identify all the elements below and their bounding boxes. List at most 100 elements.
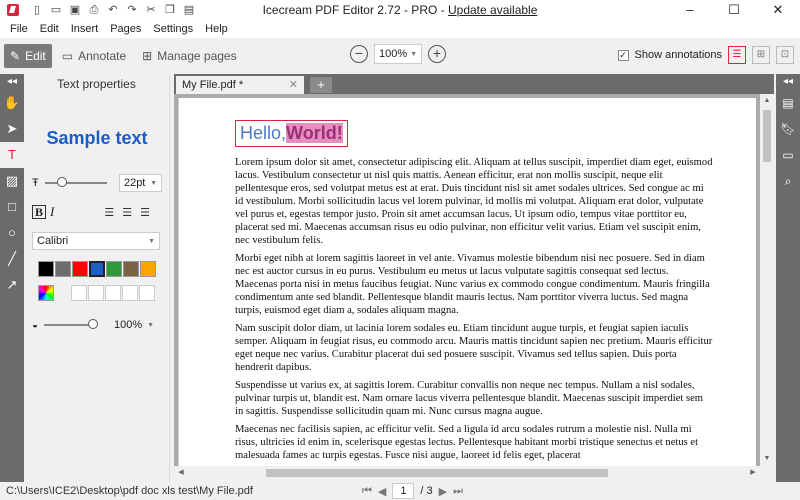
align-right-icon[interactable]: ☰ (140, 206, 150, 219)
bold-button[interactable]: B (32, 205, 46, 219)
horizontal-scroll-thumb[interactable] (266, 469, 608, 477)
menu-insert[interactable]: Insert (65, 23, 105, 35)
page-body-text[interactable]: Lorem ipsum dolor sit amet, consectetur … (235, 156, 713, 466)
custom-swatch-5[interactable] (139, 285, 155, 301)
search-icon[interactable]: ⌕ (776, 168, 800, 194)
color-swatch-orange[interactable] (140, 261, 156, 277)
color-swatch-blue[interactable] (89, 261, 105, 277)
last-page-icon[interactable]: ⏭ (453, 485, 463, 498)
grid-layout-icon[interactable]: ⊞ (752, 46, 770, 64)
custom-swatch-3[interactable] (105, 285, 121, 301)
custom-swatch-2[interactable] (88, 285, 104, 301)
collapse-left-icon[interactable]: ◂◂ (0, 74, 24, 90)
current-page-input[interactable]: 1 (392, 483, 415, 499)
selected-text-box[interactable]: Hello,World! (235, 120, 348, 147)
close-tab-icon[interactable]: ✕ (289, 76, 298, 94)
vertical-scroll-thumb[interactable] (763, 110, 771, 162)
align-left-icon[interactable]: ☰ (104, 206, 114, 219)
scroll-right-icon[interactable]: ▶ (746, 466, 760, 480)
ellipse-tool-icon[interactable]: ○ (0, 220, 24, 246)
update-available-link[interactable]: Update available (448, 3, 537, 17)
menu-settings[interactable]: Settings (147, 23, 199, 35)
opacity-slider-knob[interactable] (88, 319, 99, 329)
single-page-layout-icon[interactable]: ☰ (728, 46, 746, 64)
print-icon[interactable]: ⎙ (88, 4, 100, 16)
vertical-scrollbar[interactable]: ▲ ▼ (760, 94, 774, 466)
annotate-mode-button[interactable]: ▭ Annotate (56, 44, 132, 68)
color-swatch-gray[interactable] (55, 261, 71, 277)
font-family-select[interactable]: Calibri ▼ (32, 232, 160, 250)
save-icon[interactable]: ▣ (69, 4, 81, 16)
show-annotations-checkbox[interactable]: ✓ (617, 49, 629, 61)
close-button[interactable]: ✕ (756, 0, 800, 20)
comments-icon[interactable]: ▭ (776, 142, 800, 168)
opacity-row: ◒ 100% ▼ (32, 316, 164, 334)
new-file-icon[interactable]: ▯ (31, 4, 43, 16)
bookmark-icon[interactable]: 🔖︎ (776, 116, 800, 142)
pdf-page[interactable]: Hello,World! Lorem ipsum dolor sit amet,… (178, 98, 756, 466)
font-size-slider[interactable] (44, 177, 107, 187)
opacity-slider[interactable] (44, 319, 99, 329)
color-picker-icon[interactable] (38, 285, 54, 301)
menu-file[interactable]: File (4, 23, 34, 35)
scroll-up-icon[interactable]: ▲ (760, 94, 774, 108)
paragraph[interactable]: Morbi eget nibh at lorem sagittis laoree… (235, 252, 713, 317)
maximize-button[interactable]: ☐ (712, 0, 756, 20)
hand-tool-icon[interactable]: ✋ (0, 90, 24, 116)
color-swatch-green[interactable] (106, 261, 122, 277)
menu-help[interactable]: Help (199, 23, 234, 35)
format-row: B I ☰ ☰ ☰ (32, 204, 164, 220)
undo-icon[interactable]: ↶ (107, 4, 119, 16)
image-tool-icon[interactable]: ▨ (0, 168, 24, 194)
open-folder-icon[interactable]: ▭ (50, 4, 62, 16)
redo-icon[interactable]: ↷ (126, 4, 138, 16)
paste-icon[interactable]: ▤ (183, 4, 195, 16)
previous-page-icon[interactable]: ◀ (378, 485, 386, 498)
window-title-text: Icecream PDF Editor 2.72 - PRO - (262, 3, 448, 17)
rectangle-tool-icon[interactable]: □ (0, 194, 24, 220)
show-annotations-label[interactable]: Show annotations (635, 49, 722, 61)
document-viewport[interactable]: Hello,World! Lorem ipsum dolor sit amet,… (174, 94, 760, 466)
manage-pages-button[interactable]: ⊞ Manage pages (136, 44, 242, 68)
font-size-select[interactable]: 22pt ▼ (118, 174, 162, 192)
cut-icon[interactable]: ✂ (145, 4, 157, 16)
color-swatch-red[interactable] (72, 261, 88, 277)
zoom-select[interactable]: 100% ▼ (374, 44, 422, 64)
minimize-button[interactable]: – (668, 0, 712, 20)
tab-my-file[interactable]: My File.pdf * ✕ (176, 76, 304, 94)
next-page-icon[interactable]: ▶ (439, 485, 447, 498)
arrow-tool-icon[interactable]: ↗ (0, 272, 24, 298)
custom-swatch-4[interactable] (122, 285, 138, 301)
paragraph[interactable]: Lorem ipsum dolor sit amet, consectetur … (235, 156, 713, 247)
custom-swatch-1[interactable] (71, 285, 87, 301)
annotate-mode-label: Annotate (78, 49, 127, 63)
scroll-left-icon[interactable]: ◀ (174, 466, 188, 480)
color-swatch-brown[interactable] (123, 261, 139, 277)
document-tab-bar: My File.pdf * ✕ + (174, 74, 774, 94)
menu-pages[interactable]: Pages (104, 23, 147, 35)
text-tool-icon[interactable]: T (0, 142, 24, 168)
color-swatch-black[interactable] (38, 261, 54, 277)
paragraph[interactable]: Nam suscipit dolor diam, ut lacinia lore… (235, 322, 713, 374)
menu-edit[interactable]: Edit (34, 23, 65, 35)
menu-bar: File Edit Insert Pages Settings Help (0, 20, 800, 38)
paragraph[interactable]: Suspendisse ut varius ex, at sagittis lo… (235, 379, 713, 418)
zoom-in-button[interactable]: + (428, 45, 446, 63)
zoom-out-button[interactable]: − (350, 45, 368, 63)
scroll-down-icon[interactable]: ▼ (760, 452, 774, 466)
font-size-slider-knob[interactable] (56, 177, 67, 187)
italic-button[interactable]: I (50, 204, 54, 220)
first-page-icon[interactable]: ⏮ (362, 485, 372, 498)
add-tab-button[interactable]: + (310, 77, 332, 93)
line-tool-icon[interactable]: ╱ (0, 246, 24, 272)
horizontal-scrollbar[interactable]: ◀ ▶ (174, 466, 760, 480)
opacity-select[interactable]: 100% ▼ (110, 316, 158, 334)
align-center-icon[interactable]: ☰ (122, 206, 132, 219)
edit-mode-button[interactable]: ✎ Edit (4, 44, 52, 68)
select-arrow-icon[interactable]: ➤ (0, 116, 24, 142)
collapse-right-icon[interactable]: ◂◂ (776, 74, 800, 90)
copy-icon[interactable]: ❐ (164, 4, 176, 16)
page-thumbnails-icon[interactable]: ▤ (776, 90, 800, 116)
fit-layout-icon[interactable]: ⊡ (776, 46, 794, 64)
paragraph[interactable]: Maecenas nec facilisis sapien, ac effici… (235, 423, 713, 462)
